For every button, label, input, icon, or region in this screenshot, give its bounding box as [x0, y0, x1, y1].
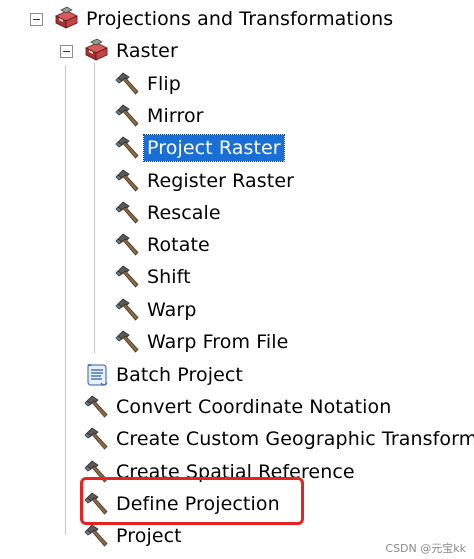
watermark: CSDN @元宝kk: [385, 542, 466, 555]
toolbox-icon: [83, 38, 109, 64]
script-icon: [84, 362, 110, 388]
tool-register-raster[interactable]: Register Raster: [0, 165, 474, 197]
tool-label: Create Custom Geographic Transform: [116, 428, 474, 450]
tool-label: Register Raster: [147, 170, 295, 192]
tool-label-selected: Project Raster: [143, 134, 285, 162]
tool-shift[interactable]: Shift: [0, 261, 474, 293]
tool-label: Rescale: [147, 202, 221, 224]
tree-node-raster[interactable]: Raster: [0, 35, 474, 67]
tool-label: Project: [116, 525, 182, 547]
collapse-toggle[interactable]: [60, 45, 73, 58]
tool-label: Convert Coordinate Notation: [116, 396, 392, 418]
tool-convert-coordinate-notation[interactable]: Convert Coordinate Notation: [0, 391, 474, 423]
tool-label: Rotate: [147, 234, 210, 256]
hammer-icon: [83, 523, 109, 549]
tool-rotate[interactable]: Rotate: [0, 229, 474, 261]
tool-label: Flip: [147, 73, 181, 95]
tool-rescale[interactable]: Rescale: [0, 197, 474, 229]
tool-flip[interactable]: Flip: [0, 68, 474, 100]
hammer-icon: [114, 232, 140, 258]
hammer-icon: [114, 264, 140, 290]
tree-node-label: Raster: [116, 40, 178, 62]
hammer-icon: [114, 168, 140, 194]
tool-label: Mirror: [147, 105, 204, 127]
annotation-highlight-box: [80, 477, 304, 525]
tool-label: Shift: [147, 266, 191, 288]
hammer-icon: [83, 426, 109, 452]
tool-create-custom-geographic-transformation[interactable]: Create Custom Geographic Transform: [0, 423, 474, 455]
tree-node-label: Projections and Transformations: [86, 8, 394, 30]
tool-warp-from-file[interactable]: Warp From File: [0, 326, 474, 358]
hammer-icon: [114, 200, 140, 226]
toolbox-tree: Projections and Transformations Raster F…: [0, 0, 474, 559]
hammer-icon: [83, 394, 109, 420]
hammer-icon: [114, 103, 140, 129]
tool-label: Batch Project: [116, 364, 243, 386]
tool-label: Warp From File: [147, 331, 289, 353]
tool-label: Warp: [147, 299, 197, 321]
tool-warp[interactable]: Warp: [0, 294, 474, 326]
hammer-icon: [114, 71, 140, 97]
tree-node-projections-and-transformations[interactable]: Projections and Transformations: [0, 3, 474, 35]
collapse-toggle[interactable]: [30, 13, 43, 26]
hammer-icon: [114, 297, 140, 323]
tool-mirror[interactable]: Mirror: [0, 100, 474, 132]
toolbox-icon: [53, 6, 79, 32]
tool-project-raster[interactable]: Project Raster: [0, 132, 474, 164]
hammer-icon: [114, 135, 140, 161]
hammer-icon: [114, 329, 140, 355]
tool-batch-project[interactable]: Batch Project: [0, 359, 474, 391]
